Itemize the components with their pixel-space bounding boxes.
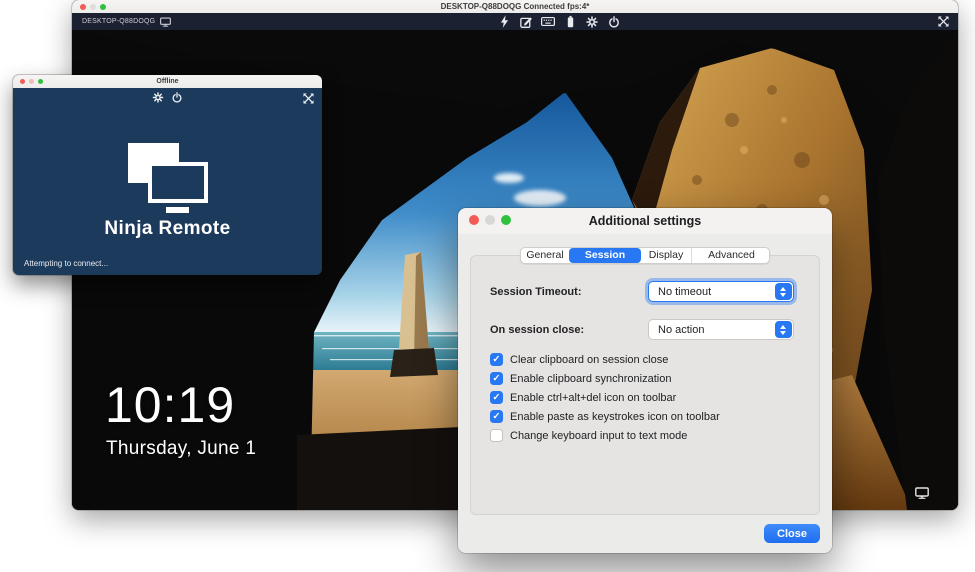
keyboard-icon[interactable] xyxy=(541,15,555,29)
clear-clipboard-checkbox[interactable] xyxy=(490,353,503,366)
checkbox-label: Enable ctrl+alt+del icon on toolbar xyxy=(510,392,676,404)
edit-icon[interactable] xyxy=(519,15,533,29)
power-icon[interactable] xyxy=(607,15,621,29)
checkbox-label: Enable paste as keystrokes icon on toolb… xyxy=(510,411,720,423)
device-name-label: DESKTOP-Q88DOQG xyxy=(82,17,171,27)
session-timeout-dropdown[interactable]: No timeout xyxy=(648,281,794,302)
screenshot-canvas: DESKTOP-Q88DOQG Connected fps:4* DESKTOP… xyxy=(0,0,975,572)
checkbox-label: Enable clipboard synchronization xyxy=(510,373,671,385)
fullscreen-expand-icon[interactable] xyxy=(302,92,314,104)
ninja-toolbar xyxy=(13,88,322,114)
dropdown-stepper-icon xyxy=(775,321,792,338)
checkbox-row: Enable paste as keystrokes icon on toolb… xyxy=(490,409,720,424)
settings-tabs: General Session Display Advanced xyxy=(520,247,770,264)
lightning-icon[interactable] xyxy=(497,15,511,29)
keyboard-text-mode-checkbox[interactable] xyxy=(490,429,503,442)
checkbox-label: Change keyboard input to text mode xyxy=(510,430,687,442)
main-titlebar: DESKTOP-Q88DOQG Connected fps:4* xyxy=(72,0,958,13)
clipboard-sync-checkbox[interactable] xyxy=(490,372,503,385)
checkbox-label: Clear clipboard on session close xyxy=(510,354,668,366)
session-timeout-label: Session Timeout: xyxy=(490,286,581,298)
checkbox-row: Enable clipboard synchronization xyxy=(490,371,671,386)
tab-display[interactable]: Display xyxy=(641,248,691,263)
ninja-remote-window: Offline Ninja Remote Attempting to conne… xyxy=(13,75,322,275)
ninja-titlebar: Offline xyxy=(13,75,322,88)
additional-settings-dialog: Additional settings General Session Disp… xyxy=(458,208,832,553)
toolbar-action-icons xyxy=(497,15,621,29)
tab-advanced[interactable]: Advanced xyxy=(691,248,770,263)
on-session-close-label: On session close: xyxy=(490,324,584,336)
tab-general[interactable]: General xyxy=(521,248,569,263)
session-timeout-value: No timeout xyxy=(649,286,775,298)
close-button[interactable]: Close xyxy=(764,524,820,543)
ninja-window-title: Offline xyxy=(13,75,322,88)
session-toolbar: DESKTOP-Q88DOQG xyxy=(72,13,958,30)
gear-icon[interactable] xyxy=(152,91,164,103)
checkbox-row: Change keyboard input to text mode xyxy=(490,428,687,443)
dialog-title: Additional settings xyxy=(458,214,832,228)
tab-session[interactable]: Session xyxy=(569,248,641,263)
on-session-close-dropdown[interactable]: No action xyxy=(648,319,794,340)
on-session-close-value: No action xyxy=(649,324,775,336)
monitor-icon xyxy=(148,162,208,203)
dropdown-stepper-icon xyxy=(775,283,792,300)
ninja-remote-logo xyxy=(128,143,208,214)
fullscreen-expand-icon[interactable] xyxy=(936,15,950,29)
main-window-title: DESKTOP-Q88DOQG Connected fps:4* xyxy=(72,0,958,13)
brand-name: Ninja Remote xyxy=(13,218,322,240)
checkbox-row: Clear clipboard on session close xyxy=(490,352,668,367)
ctrl-alt-del-checkbox[interactable] xyxy=(490,391,503,404)
checkbox-row: Enable ctrl+alt+del icon on toolbar xyxy=(490,390,676,405)
gear-icon[interactable] xyxy=(585,15,599,29)
monitor-icon[interactable] xyxy=(915,487,929,499)
monitor-stand xyxy=(166,207,189,213)
paste-keystrokes-checkbox[interactable] xyxy=(490,410,503,423)
monitor-icon xyxy=(160,17,171,27)
power-icon[interactable] xyxy=(171,91,183,103)
connection-status-text: Attempting to connect... xyxy=(24,259,108,268)
battery-icon[interactable] xyxy=(563,15,577,29)
lock-screen-time: 10:19 xyxy=(105,378,235,433)
lock-screen-date: Thursday, June 1 xyxy=(106,438,256,460)
device-name-text: DESKTOP-Q88DOQG xyxy=(82,18,155,25)
